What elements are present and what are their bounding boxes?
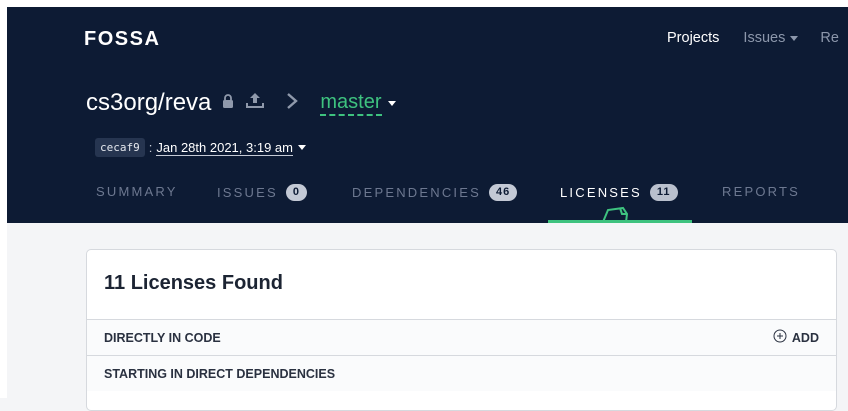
section-directly-in-code[interactable]: DIRECTLY IN CODE ADD [87,319,836,355]
tab-dependencies[interactable]: DEPENDENCIES 46 [352,184,518,201]
upload-icon[interactable] [246,92,265,114]
nav-reports-link[interactable]: Re [820,30,839,46]
add-button[interactable]: ADD [773,329,819,346]
nav-issues-menu[interactable]: Issues [743,30,799,46]
tab-issues[interactable]: ISSUES 0 [217,184,308,201]
commit-separator: : [148,140,153,155]
tab-reports[interactable]: REPORTS [722,184,800,199]
tab-label: DEPENDENCIES [352,185,481,200]
branch-selector[interactable]: master [320,91,382,116]
card-title: 11 Licenses Found [104,272,283,294]
commit-hash: cecaf9 [95,138,145,157]
tab-licenses[interactable]: LICENSES 11 [560,184,678,201]
add-button-label: ADD [791,330,819,345]
commit-date[interactable]: Jan 28th 2021, 3:19 am [156,140,293,156]
project-tabs: SUMMARY ISSUES 0 DEPENDENCIES 46 LICENSE… [7,176,848,223]
repo-breadcrumb: cs3org/reva master [86,88,396,118]
project-header: FOSSA Projects Issues Re cs3org/reva mas… [7,0,848,223]
document-tab-icon [599,204,635,229]
section-label: DIRECTLY IN CODE [104,330,221,345]
left-border [0,0,7,398]
revision-selector[interactable]: cecaf9 : Jan 28th 2021, 3:19 am [95,138,306,157]
tab-label: REPORTS [722,184,801,199]
tab-summary[interactable]: SUMMARY [96,184,178,199]
count-badge: 46 [488,184,518,201]
section-direct-dependencies[interactable]: STARTING IN DIRECT DEPENDENCIES [87,355,836,391]
chevron-down-icon [790,35,799,41]
fossa-logo[interactable]: FOSSA [84,28,160,51]
section-label: STARTING IN DIRECT DEPENDENCIES [104,366,336,381]
top-border [0,0,848,7]
chevron-down-icon[interactable] [297,145,306,150]
plus-circle-icon [773,329,787,346]
chevron-down-icon[interactable] [387,100,396,106]
tab-label: ISSUES [217,185,278,200]
count-badge: 0 [285,184,308,201]
tab-label: SUMMARY [96,184,178,199]
chevron-right-icon [286,92,299,115]
nav-projects-link[interactable]: Projects [667,30,719,46]
lock-icon [222,93,234,113]
licenses-card: 11 Licenses Found DIRECTLY IN CODE ADD S… [86,249,837,411]
tab-label: LICENSES [560,185,642,200]
top-navigation: Projects Issues Re [667,30,839,46]
count-badge: 11 [649,184,678,201]
active-tab-underline [548,220,692,223]
repo-name[interactable]: cs3org/reva [86,89,211,117]
nav-issues-label: Issues [743,30,786,46]
